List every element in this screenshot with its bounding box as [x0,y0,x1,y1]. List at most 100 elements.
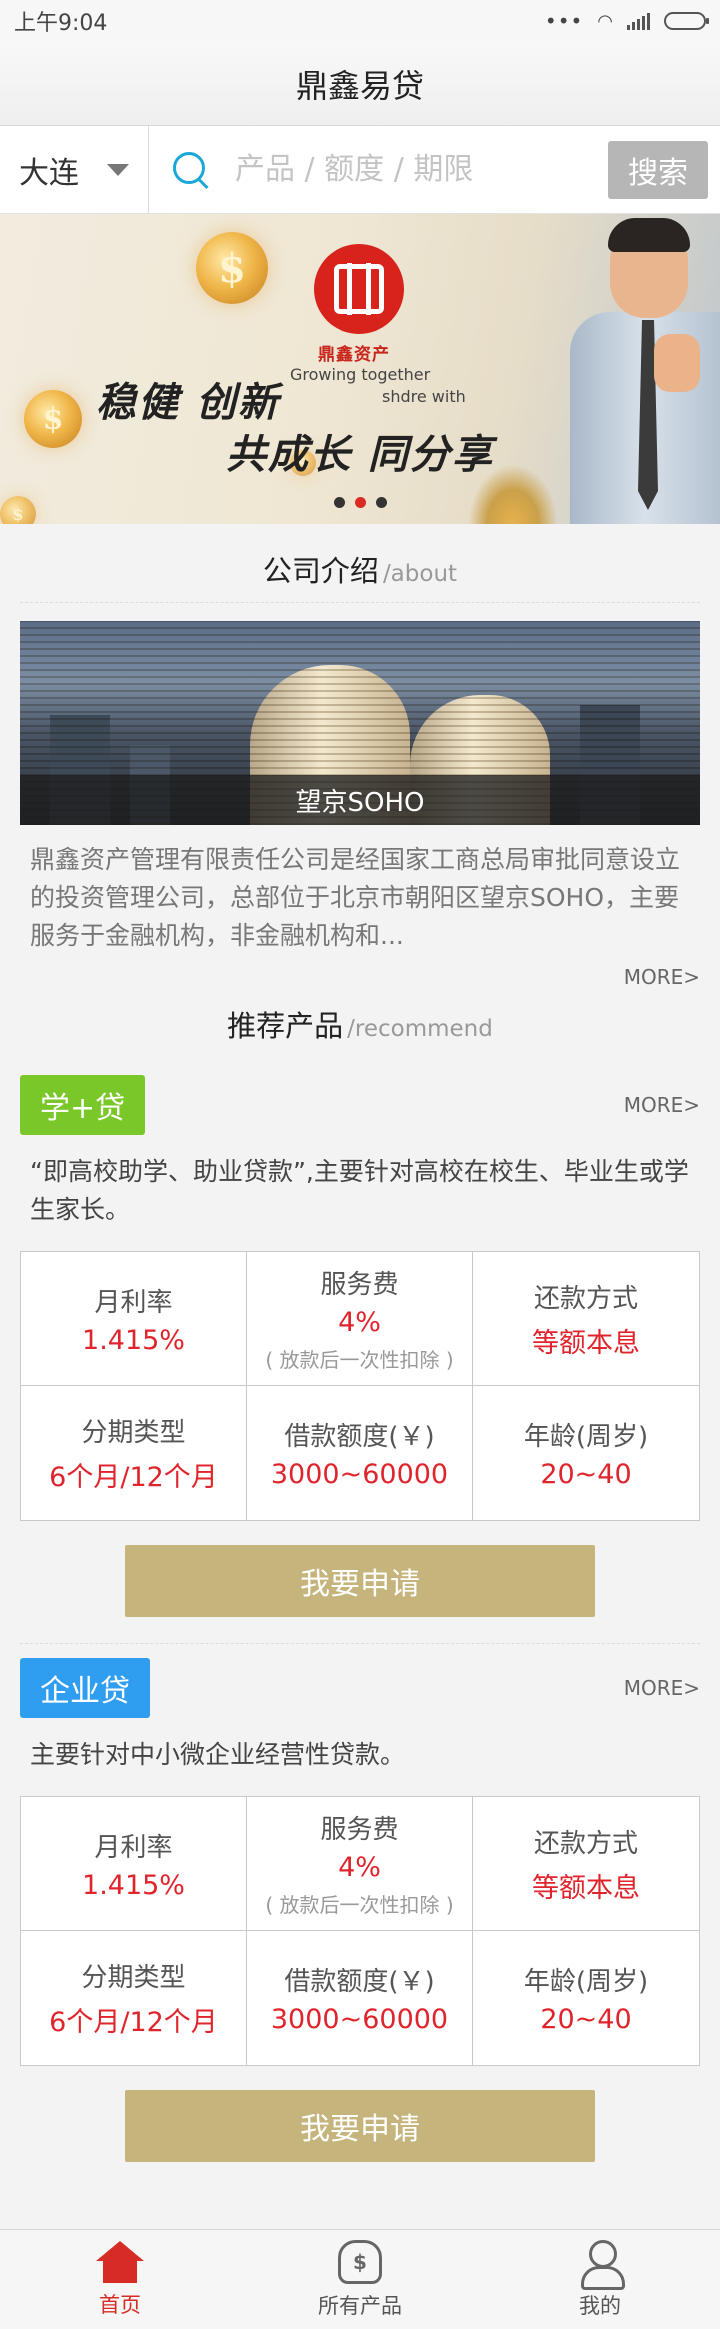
company-logo [314,244,404,334]
coin-icon [196,232,268,304]
search-button[interactable]: 搜索 [608,140,708,199]
cell-label: 年龄(周岁) [523,1422,649,1452]
divider [20,602,700,603]
table-cell: 借款额度(￥) 3000~60000 [247,1386,473,1520]
table-cell: 借款额度(￥) 3000~60000 [247,1931,473,2065]
cell-label: 服务费 [320,1270,399,1300]
money-bag-icon: $ [338,2239,382,2284]
cell-value: 6个月/12个月 [49,2007,218,2038]
status-time: 上午9:04 [14,11,108,36]
cell-value: 20~40 [540,2004,632,2035]
cell-label: 还款方式 [533,1283,638,1314]
slogan-line1: 稳健 创新 [96,379,280,426]
carousel-dot[interactable] [375,497,387,508]
cell-label: 服务费 [320,1815,399,1845]
slogan-line2: 共成长 同分享 [226,431,494,478]
apply-button[interactable]: 我要申请 [125,1545,595,1617]
coin-icon [24,390,82,448]
signal-icon [627,12,650,30]
cell-value: 3000~60000 [270,2004,449,2035]
about-subtitle: /about [382,561,458,587]
product-header: 企业贷 MORE> [0,1658,720,1718]
tab-mine[interactable]: 我的 [480,2230,720,2329]
slogan-en-line1: Growing together [290,365,431,384]
logo-name: 鼎鑫资产 [318,345,390,365]
apply-button[interactable]: 我要申请 [125,2090,595,2162]
wifi-icon: ◠ [597,10,613,32]
about-text: 鼎鑫资产管理有限责任公司是经国家工商总局审批同意设立的投资管理公司，总部位于北京… [30,845,681,950]
tab-all-products[interactable]: $ 所有产品 [240,2230,480,2329]
table-cell: 服务费 4% ( 放款后一次性扣除 ) [247,1797,473,1931]
cell-note: ( 放款后一次性扣除 ) [265,1893,454,1917]
product-description: 主要针对中小微企业经营性贷款。 [30,1740,406,1769]
cell-value: 等额本息 [532,1872,640,1904]
table-cell: 月利率 1.415% [21,1797,247,1931]
tab-mine-label: 我的 [579,2293,621,2318]
more-dots-icon: ••• [544,9,584,33]
table-cell: 月利率 1.415% [21,1252,247,1386]
table-cell: 还款方式 等额本息 [473,1252,699,1386]
carousel-dot-active[interactable] [354,497,366,508]
table-cell: 分期类型 6个月/12个月 [21,1386,247,1520]
carousel-indicators [0,497,720,508]
search-icon [169,148,213,192]
table-cell: 分期类型 6个月/12个月 [21,1931,247,2065]
cell-label: 年龄(周岁) [523,1967,649,1997]
carousel-dot[interactable] [333,497,345,508]
product-tag[interactable]: 企业贷 [20,1658,150,1718]
divider [20,1643,700,1644]
cell-value: 1.415% [82,1869,185,1901]
product-tag[interactable]: 学+贷 [20,1075,146,1135]
cell-label: 借款额度(￥) [284,1422,435,1452]
cell-label: 分期类型 [81,1418,186,1448]
about-image-caption: 望京SOHO [20,775,700,825]
product-header: 学+贷 MORE> [0,1075,720,1135]
cell-note: ( 放款后一次性扣除 ) [265,1348,454,1372]
product-card: 企业贷 MORE> 主要针对中小微企业经营性贷款。 月利率 1.415% 服务费 4… [0,1658,720,2162]
home-icon [96,2240,144,2283]
cell-label: 还款方式 [533,1828,638,1859]
tab-home[interactable]: 首页 [0,2230,240,2329]
tab-home-label: 首页 [99,2292,141,2317]
page-title: 鼎鑫易贷 [295,66,424,105]
about-image[interactable]: 望京SOHO [20,621,700,825]
product-more-link[interactable]: MORE> [624,1676,700,1700]
tab-all-products-label: 所有产品 [318,2293,402,2318]
cell-value: 等额本息 [532,1327,640,1359]
promo-banner[interactable]: 鼎鑫资产 Growing together shdre with 稳健 创新 共… [0,214,720,524]
recommend-section-title: 推荐产品 /recommend [0,989,720,1057]
search-bar: 大连 搜索 [0,125,720,214]
status-bar: 上午9:04 ••• ◠ [0,0,720,42]
table-cell: 服务费 4% ( 放款后一次性扣除 ) [247,1252,473,1386]
cell-value: 3000~60000 [270,1459,449,1490]
product-more-link[interactable]: MORE> [624,1093,700,1117]
businessman-image [570,214,720,524]
search-area: 搜索 [149,126,720,214]
bottom-tab-bar: 首页 $ 所有产品 我的 [0,2229,720,2329]
battery-icon [664,12,709,30]
table-cell: 年龄(周岁) 20~40 [473,1386,699,1520]
cell-label: 月利率 [94,1287,173,1318]
slogan-english: Growing together shdre with [290,364,466,408]
product-description: “即高校助学、助业贷款”,主要针对高校在校生、毕业生或学生家长。 [30,1157,689,1224]
city-selector[interactable]: 大连 [0,125,149,214]
about-section-title: 公司介绍 /about [0,524,720,602]
chevron-down-icon [107,163,129,176]
status-icons: ••• ◠ [544,9,709,33]
cell-value: 1.415% [82,1324,185,1356]
product-info-table: 月利率 1.415% 服务费 4% ( 放款后一次性扣除 ) 还款方式等额本息 分期类… [20,1251,700,1521]
table-cell: 年龄(周岁) 20~40 [473,1931,699,2065]
about-more-link[interactable]: MORE> [0,955,720,989]
cell-value: 4% [338,1852,381,1883]
recommend-subtitle: /recommend [347,1016,493,1042]
table-cell: 还款方式 等额本息 [473,1797,699,1931]
product-info-table: 月利率 1.415% 服务费 4% ( 放款后一次性扣除 ) 还款方式等额本息 分期类… [20,1796,700,2066]
search-input[interactable] [235,152,608,187]
app-header: 鼎鑫易贷 [0,42,720,126]
product-card: 学+贷 MORE> “即高校助学、助业贷款”,主要针对高校在校生、毕业生或学生家… [0,1075,720,1617]
cell-label: 借款额度(￥) [284,1967,435,1997]
user-icon [578,2239,625,2290]
city-label: 大连 [19,155,79,191]
cell-value: 6个月/12个月 [49,1462,218,1493]
about-title: 公司介绍 [262,554,379,588]
